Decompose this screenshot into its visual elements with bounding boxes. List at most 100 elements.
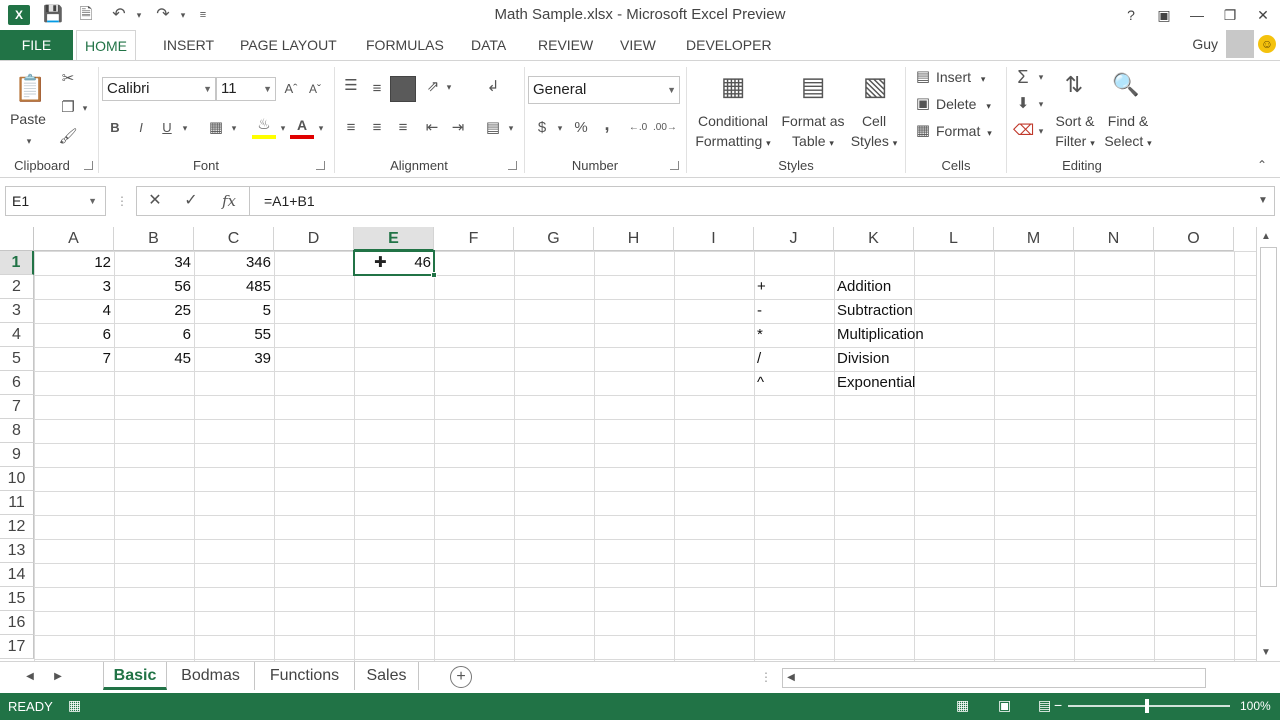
row-header-11[interactable]: 11 [0,491,34,515]
enter-check-icon[interactable]: ✓ [181,191,201,211]
column-header-b[interactable]: B [114,227,194,251]
decrease-font-icon[interactable]: Aˇ [306,79,324,99]
vertical-scroll-thumb[interactable] [1260,247,1277,587]
format-cells-icon[interactable]: ▦ [913,121,933,141]
page-break-view-icon[interactable]: ▤ [1038,697,1051,714]
increase-indent-icon[interactable]: ⇥ [447,118,469,138]
column-header-n[interactable]: N [1074,227,1154,251]
sort-filter-button[interactable]: Sort & Filter ▾ [1046,111,1104,153]
decrease-decimal-icon[interactable]: .00→ [653,118,677,138]
zoom-slider-track[interactable] [1068,705,1230,707]
row-header-14[interactable]: 14 [0,563,34,587]
vertical-scrollbar[interactable]: ▲ ▼ [1256,227,1280,661]
avatar[interactable] [1226,30,1254,58]
cancel-icon[interactable]: ✕ [145,191,165,211]
horizontal-scrollbar[interactable] [782,668,1206,688]
cell-k6[interactable]: Exponential [834,371,915,395]
tab-insert[interactable]: INSERT [155,30,222,60]
number-launcher-icon[interactable] [670,161,679,170]
sheet-tab-functions[interactable]: Functions [255,662,355,690]
conditional-formatting-icon[interactable]: ▦ [716,69,750,103]
save-icon[interactable]: 💾 [42,4,64,26]
find-select-button[interactable]: Find & Select ▾ [1100,111,1156,153]
cell-j4[interactable]: * [754,323,834,347]
tab-formulas[interactable]: FORMULAS [358,30,452,60]
format-as-table-icon[interactable]: ▤ [796,69,830,103]
tab-review[interactable]: REVIEW [530,30,601,60]
cell-a2[interactable]: 3 [34,275,114,299]
more-options-icon[interactable]: ⋮ [116,191,128,211]
scroll-up-icon[interactable]: ▲ [1261,231,1271,242]
copy-dropdown-icon[interactable]: ▾ [78,98,92,118]
select-all-corner[interactable] [0,227,34,251]
customize-qat-icon[interactable]: ≡ [192,4,214,26]
sheet-tab-bodmas[interactable]: Bodmas [167,662,255,690]
sheet-tab-sales[interactable]: Sales [355,662,419,690]
fill-color-icon[interactable]: ♨ [252,115,276,139]
row-header-1[interactable]: 1 [0,251,34,275]
cell-a3[interactable]: 4 [34,299,114,323]
conditional-formatting-button[interactable]: Conditional Formatting ▾ [690,111,776,153]
tab-home[interactable]: HOME [76,30,136,61]
undo-icon[interactable]: ↶ [108,4,130,26]
cell-b2[interactable]: 56 [114,275,194,299]
font-size-combo[interactable]: 11 ▼ [216,77,276,101]
undo-dropdown-icon[interactable]: ▾ [128,4,150,26]
cell-k2[interactable]: Addition [834,275,914,299]
cell-b4[interactable]: 6 [114,323,194,347]
cell-a5[interactable]: 7 [34,347,114,371]
italic-button[interactable]: I [132,118,150,138]
row-header-3[interactable]: 3 [0,299,34,323]
cell-styles-icon[interactable]: ▧ [858,69,892,103]
currency-button[interactable]: $ [533,118,551,138]
row-header-6[interactable]: 6 [0,371,34,395]
align-left-icon[interactable]: ≡ [341,118,361,138]
zoom-level[interactable]: 100% [1240,699,1271,713]
cell-j6[interactable]: ^ [754,371,834,395]
column-header-e[interactable]: E [354,227,434,251]
cell-a4[interactable]: 6 [34,323,114,347]
column-header-g[interactable]: G [514,227,594,251]
format-cells-button[interactable]: Format ▾ [936,123,992,139]
delete-cells-icon[interactable]: ▣ [913,94,933,114]
alignment-launcher-icon[interactable] [508,161,517,170]
autosum-icon[interactable]: Σ [1013,67,1033,87]
column-header-o[interactable]: O [1154,227,1234,251]
orientation-icon[interactable]: ⇗ [422,77,444,97]
collapse-ribbon-icon[interactable]: ⌃ [1254,155,1270,175]
column-header-c[interactable]: C [194,227,274,251]
page-layout-view-icon[interactable]: ▣ [998,697,1011,714]
bold-button[interactable]: B [106,118,124,138]
scroll-down-icon[interactable]: ▼ [1261,647,1271,658]
clear-icon[interactable]: ⌫ [1013,121,1034,141]
cell-j3[interactable]: - [754,299,834,323]
formula-input[interactable]: =A1+B1 [249,186,1275,216]
insert-function-button[interactable]: fx [217,191,241,211]
delete-cells-button[interactable]: Delete ▾ [936,96,991,112]
top-align-icon[interactable]: ☰ [341,76,361,96]
restore-icon[interactable]: ❐ [1217,4,1243,26]
tab-splitter-icon[interactable]: ⋮ [760,667,772,687]
redo-icon[interactable]: ↷ [152,4,174,26]
user-name[interactable]: Guy [1192,36,1218,52]
tab-view[interactable]: VIEW [612,30,664,60]
close-icon[interactable]: ✕ [1250,4,1276,26]
merge-dropdown-icon[interactable]: ▾ [504,118,518,138]
sheet-tab-basic[interactable]: Basic [103,662,167,690]
tab-developer[interactable]: DEVELOPER [678,30,780,60]
decrease-indent-icon[interactable]: ⇤ [421,118,443,138]
row-header-12[interactable]: 12 [0,515,34,539]
cell-k3[interactable]: Subtraction [834,299,914,323]
fill-icon[interactable]: ⬇ [1013,94,1033,114]
cut-icon[interactable]: ✂ [58,69,78,89]
tab-page-layout[interactable]: PAGE LAYOUT [232,30,345,60]
row-header-8[interactable]: 8 [0,419,34,443]
cell-c1[interactable]: 346 [194,251,274,275]
row-header-17[interactable]: 17 [0,635,34,659]
prev-sheet-icon[interactable]: ◀ [22,667,38,687]
find-select-icon[interactable]: 🔍 [1110,69,1142,101]
cell-k5[interactable]: Division [834,347,914,371]
column-header-m[interactable]: M [994,227,1074,251]
insert-cells-button[interactable]: Insert ▾ [936,69,985,85]
wrap-text-icon[interactable]: ↲ [482,77,504,97]
